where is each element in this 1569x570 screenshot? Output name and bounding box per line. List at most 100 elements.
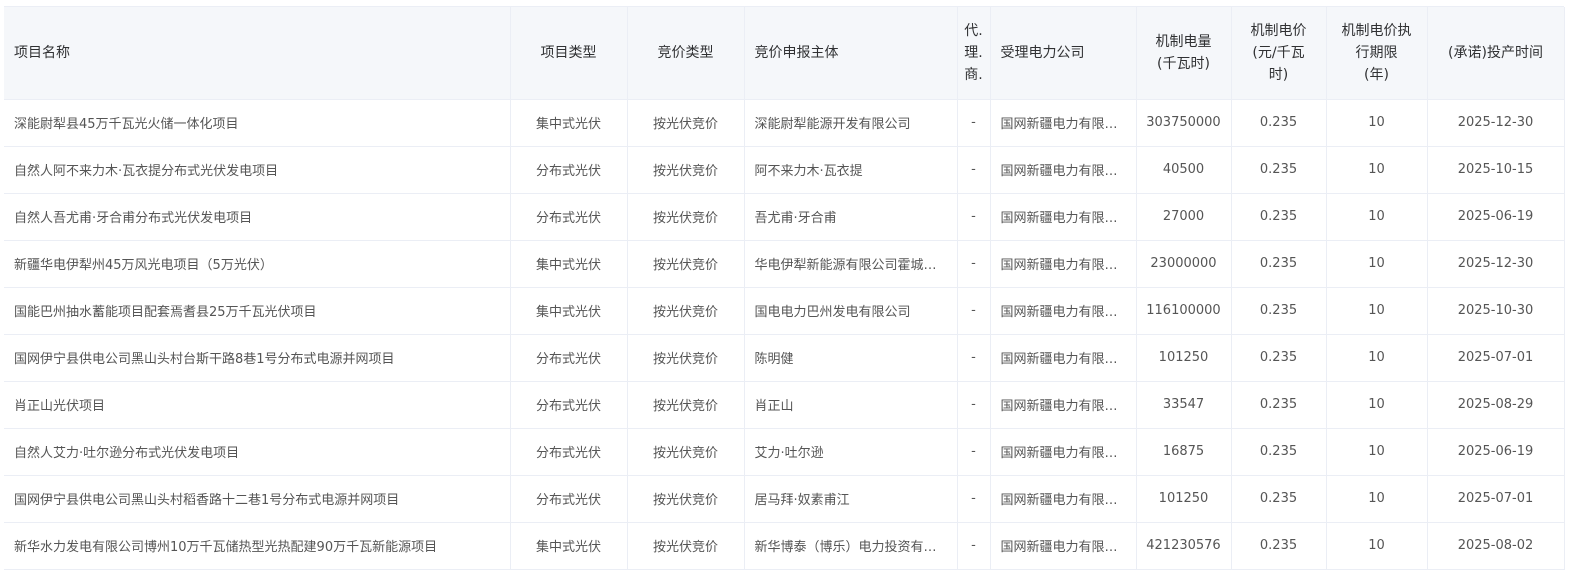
header-agent-char-3: 商. [964,66,983,83]
cell-price-period: 10 [1326,287,1428,335]
cell-project-type: 分布式光伏 [510,381,628,429]
table-row[interactable]: 新疆华电伊犁州45万风光电项目（5万光伏） 集中式光伏 按光伏竞价 华电伊犁新能源有限… [4,240,1565,288]
cell-project-name: 新疆华电伊犁州45万风光电项目（5万光伏） [4,240,511,288]
table-row[interactable]: 自然人吾尤甫·牙合甫分布式光伏发电项目 分布式光伏 按光伏竞价 吾尤甫·牙合甫 - 国网新… [4,193,1565,241]
cell-project-type: 分布式光伏 [510,334,628,382]
cell-operation-date: 2025-06-19 [1427,428,1565,476]
cell-price-period: 10 [1326,146,1428,194]
table-row[interactable]: 国网伊宁县供电公司黑山头村稻香路十二巷1号分布式电源并网项目 分布式光伏 按光伏竞价… [4,475,1565,523]
cell-mechanism-price: 0.235 [1231,146,1327,194]
cell-bid-type: 按光伏竞价 [627,381,745,429]
cell-power-company: 国网新疆电力有限公司 [990,287,1137,335]
cell-price-period: 10 [1326,428,1428,476]
cell-agent: - [957,522,991,570]
cell-operation-date: 2025-07-01 [1427,334,1565,382]
header-price-period[interactable]: 机制电价执 行期限 (年) [1326,7,1428,100]
header-project-name[interactable]: 项目名称 [4,7,511,100]
cell-bid-type: 按光伏竞价 [627,287,745,335]
cell-mechanism-volume: 421230576 [1136,522,1232,570]
cell-project-type: 分布式光伏 [510,146,628,194]
header-operation-date[interactable]: (承诺)投产时间 [1427,7,1565,100]
cell-power-company: 国网新疆电力有限公司 [990,146,1137,194]
cell-project-name: 国网伊宁县供电公司黑山头村稻香路十二巷1号分布式电源并网项目 [4,475,511,523]
header-agent-char-2: 理. [964,44,983,61]
cell-power-company: 国网新疆电力有限公司 [990,240,1137,288]
cell-bid-type: 按光伏竞价 [627,193,745,241]
table-row[interactable]: 新华水力发电有限公司博州10万千瓦储热型光热配建90万千瓦新能源项目 集中式光伏按… [4,522,1565,570]
cell-bid-entity: 吾尤甫·牙合甫 [744,193,958,241]
table-row[interactable]: 深能尉犁县45万千瓦光火储一体化项目 集中式光伏 按光伏竞价 深能尉犁能源开发有限公司… [4,99,1565,147]
cell-operation-date: 2025-12-30 [1427,99,1565,147]
header-volume-line-1: 机制电量 [1155,33,1212,50]
cell-price-period: 10 [1326,475,1428,523]
cell-power-company: 国网新疆电力有限公司 [990,193,1137,241]
cell-agent: - [957,475,991,523]
table-row[interactable]: 国能巴州抽水蓄能项目配套焉耆县25万千瓦光伏项目 集中式光伏 按光伏竞价 国电电力巴州… [4,287,1565,335]
cell-operation-date: 2025-12-30 [1427,240,1565,288]
cell-mechanism-price: 0.235 [1231,193,1327,241]
header-mechanism-price[interactable]: 机制电价 (元/千瓦 时) [1231,7,1327,100]
cell-operation-date: 2025-10-30 [1427,287,1565,335]
header-agent[interactable]: 代. 理. 商. [957,7,991,100]
cell-mechanism-price: 0.235 [1231,381,1327,429]
cell-project-name: 国能巴州抽水蓄能项目配套焉耆县25万千瓦光伏项目 [4,287,511,335]
cell-price-period: 10 [1326,522,1428,570]
header-price-line-2: (元/千瓦 [1252,44,1305,61]
cell-agent: - [957,99,991,147]
header-agent-char-1: 代. [964,22,983,39]
cell-mechanism-volume: 116100000 [1136,287,1232,335]
cell-operation-date: 2025-08-29 [1427,381,1565,429]
header-mechanism-volume[interactable]: 机制电量 (千瓦时) [1136,7,1232,100]
cell-project-name: 自然人阿不来力木·瓦衣提分布式光伏发电项目 [4,146,511,194]
cell-power-company: 国网新疆电力有限公司 [990,428,1137,476]
cell-bid-entity: 阿不来力木·瓦衣提 [744,146,958,194]
cell-bid-type: 按光伏竞价 [627,475,745,523]
cell-mechanism-volume: 23000000 [1136,240,1232,288]
cell-agent: - [957,193,991,241]
cell-agent: - [957,146,991,194]
cell-mechanism-volume: 16875 [1136,428,1232,476]
table-row[interactable]: 自然人阿不来力木·瓦衣提分布式光伏发电项目 分布式光伏 按光伏竞价 阿不来力木·瓦衣提… [4,146,1565,194]
table-row[interactable]: 国网伊宁县供电公司黑山头村台斯干路8巷1号分布式电源并网项目 分布式光伏 按光伏竞价… [4,334,1565,382]
cell-bid-type: 按光伏竞价 [627,240,745,288]
cell-mechanism-price: 0.235 [1231,334,1327,382]
cell-agent: - [957,287,991,335]
cell-agent: - [957,428,991,476]
cell-project-name: 深能尉犁县45万千瓦光火储一体化项目 [4,99,511,147]
cell-bid-type: 按光伏竞价 [627,522,745,570]
cell-mechanism-price: 0.235 [1231,475,1327,523]
cell-project-type: 集中式光伏 [510,99,628,147]
header-price-line-1: 机制电价 [1250,22,1307,39]
cell-bid-entity: 陈明健 [744,334,958,382]
header-bid-entity[interactable]: 竞价申报主体 [744,7,958,100]
cell-mechanism-volume: 101250 [1136,334,1232,382]
results-table: 项目名称 项目类型 竞价类型 竞价申报主体 代. 理. 商. 受理电力公司 机制… [4,7,1565,570]
cell-project-type: 集中式光伏 [510,287,628,335]
cell-operation-date: 2025-06-19 [1427,193,1565,241]
cell-operation-date: 2025-07-01 [1427,475,1565,523]
header-bid-type[interactable]: 竞价类型 [627,7,745,100]
table-row[interactable]: 自然人艾力·吐尔逊分布式光伏发电项目 分布式光伏 按光伏竞价 艾力·吐尔逊 - 国网新疆电… [4,428,1565,476]
cell-price-period: 10 [1326,334,1428,382]
cell-project-type: 分布式光伏 [510,475,628,523]
cell-price-period: 10 [1326,193,1428,241]
cell-bid-entity: 居马拜·奴素甫江 [744,475,958,523]
cell-bid-entity: 艾力·吐尔逊 [744,428,958,476]
cell-mechanism-price: 0.235 [1231,287,1327,335]
header-project-type[interactable]: 项目类型 [510,7,628,100]
cell-mechanism-price: 0.235 [1231,99,1327,147]
cell-power-company: 国网新疆电力有限公司 [990,381,1137,429]
header-power-company[interactable]: 受理电力公司 [990,7,1137,100]
header-period-line-1: 机制电价执 [1341,22,1412,39]
cell-mechanism-price: 0.235 [1231,240,1327,288]
header-volume-line-2: (千瓦时) [1157,55,1210,72]
cell-bid-entity: 国电电力巴州发电有限公司 [744,287,958,335]
cell-mechanism-volume: 27000 [1136,193,1232,241]
cell-power-company: 国网新疆电力有限公司 [990,522,1137,570]
cell-price-period: 10 [1326,99,1428,147]
cell-mechanism-price: 0.235 [1231,522,1327,570]
cell-agent: - [957,334,991,382]
table-row[interactable]: 肖正山光伏项目 分布式光伏 按光伏竞价 肖正山 - 国网新疆电力有限公司 33547 0.23… [4,381,1565,429]
cell-project-name: 自然人艾力·吐尔逊分布式光伏发电项目 [4,428,511,476]
cell-project-type: 集中式光伏 [510,240,628,288]
